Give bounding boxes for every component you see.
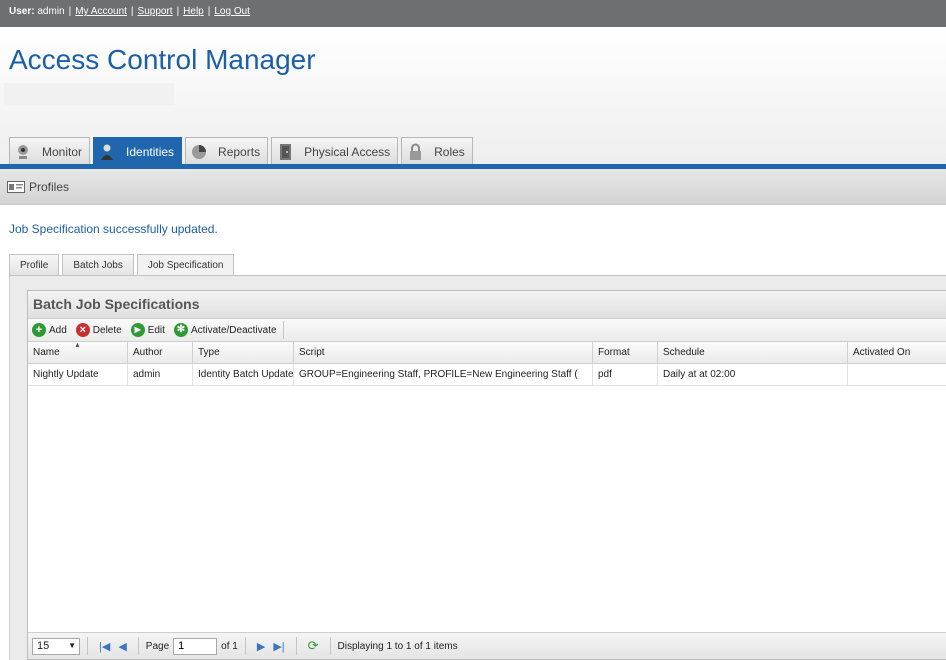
sub-tabs: Profile Batch Jobs Job Specification bbox=[9, 254, 235, 277]
tab-reports-label: Reports bbox=[218, 144, 261, 159]
pie-chart-icon bbox=[190, 143, 210, 161]
activate-deactivate-label: Activate/Deactivate bbox=[190, 324, 277, 336]
tab-physical-access-label: Physical Access bbox=[304, 144, 391, 159]
plus-icon: + bbox=[32, 323, 46, 337]
cell-format: pdf bbox=[593, 364, 658, 386]
add-button-label: Add bbox=[49, 324, 67, 336]
panel-title: Batch Job Specifications bbox=[28, 291, 946, 319]
previous-page-icon[interactable]: ◀ bbox=[118, 640, 126, 653]
support-link[interactable]: Support bbox=[138, 6, 173, 17]
tab-identities-label: Identities bbox=[126, 144, 175, 159]
tab-monitor-label: Monitor bbox=[42, 144, 83, 159]
edit-button[interactable]: ▶ Edit bbox=[130, 323, 165, 337]
toolbar-separator bbox=[282, 321, 284, 339]
column-header-schedule[interactable]: Schedule bbox=[658, 342, 848, 364]
cell-name: Nightly Update bbox=[28, 364, 128, 386]
sort-ascending-icon: ▲ bbox=[74, 342, 81, 349]
my-account-link[interactable]: My Account bbox=[75, 6, 127, 17]
pager-separator bbox=[329, 637, 331, 655]
pager-separator bbox=[295, 637, 297, 655]
success-message: Job Specification successfully updated. bbox=[9, 222, 218, 236]
delete-button-label: Delete bbox=[92, 324, 122, 336]
pager-separator bbox=[87, 637, 88, 655]
subtab-batch-jobs[interactable]: Batch Jobs bbox=[62, 254, 134, 276]
app-title: Access Control Manager bbox=[9, 44, 316, 75]
pager-display-text: Displaying 1 to 1 of 1 items bbox=[337, 640, 458, 652]
chevron-down-icon: ▼ bbox=[68, 640, 76, 650]
person-icon bbox=[98, 143, 118, 161]
help-link[interactable]: Help bbox=[183, 6, 204, 17]
gear-icon: ✻ bbox=[173, 323, 188, 337]
tab-roles[interactable]: Roles bbox=[401, 137, 473, 165]
delete-button[interactable]: × Delete bbox=[75, 323, 122, 337]
pager-separator bbox=[137, 637, 139, 655]
column-header-author[interactable]: Author bbox=[128, 342, 193, 364]
cell-type: Identity Batch Update bbox=[193, 364, 294, 386]
column-header-activated-on[interactable]: Activated On bbox=[848, 342, 946, 364]
username: admin bbox=[37, 6, 65, 17]
activate-deactivate-button[interactable]: ✻ Activate/Deactivate bbox=[173, 323, 277, 337]
batch-job-grid-panel: Batch Job Specifications + Add × Delete … bbox=[27, 290, 946, 660]
table-row[interactable]: Nightly Update admin Identity Batch Upda… bbox=[28, 364, 946, 386]
add-button[interactable]: + Add bbox=[32, 323, 67, 337]
lock-icon bbox=[406, 143, 426, 161]
tab-identities[interactable]: Identities bbox=[93, 137, 183, 165]
page-label: Page bbox=[145, 640, 170, 652]
tab-reports[interactable]: Reports bbox=[185, 137, 269, 165]
header-placeholder bbox=[4, 83, 174, 105]
grid-toolbar: + Add × Delete ▶ Edit ✻ Activate/Deactiv… bbox=[28, 319, 946, 342]
main-tabs: Monitor Identities Reports Physical Acce… bbox=[9, 137, 473, 165]
id-card-icon bbox=[7, 180, 25, 193]
refresh-icon[interactable]: ⟳ bbox=[308, 638, 319, 654]
cell-script: GROUP=Engineering Staff, PROFILE=New Eng… bbox=[294, 364, 593, 386]
pager: 15 ▼ |◀ ◀ Page of 1 ▶ ▶| ⟳ Displaying 1 … bbox=[28, 632, 946, 659]
grid-header: Name ▲ Author Type Script Format Schedul… bbox=[28, 342, 946, 364]
column-header-type[interactable]: Type bbox=[193, 342, 294, 364]
log-out-link[interactable]: Log Out bbox=[214, 6, 250, 17]
pager-separator bbox=[244, 637, 246, 655]
first-page-icon[interactable]: |◀ bbox=[99, 640, 110, 653]
play-icon: ▶ bbox=[130, 323, 145, 337]
subtab-job-specification[interactable]: Job Specification bbox=[136, 254, 235, 277]
user-bar: User: admin | My Account | Support | Help | Log … bbox=[0, 0, 946, 27]
cell-schedule: Daily at at 02:00 bbox=[658, 364, 848, 386]
cell-author: admin bbox=[128, 364, 193, 386]
section-title: Profiles bbox=[29, 179, 70, 194]
tab-roles-label: Roles bbox=[434, 144, 465, 159]
tab-monitor[interactable]: Monitor bbox=[9, 137, 91, 165]
page-size-select[interactable]: 15 ▼ bbox=[32, 637, 80, 655]
column-header-format[interactable]: Format bbox=[593, 342, 658, 364]
cell-activated-on bbox=[848, 364, 946, 386]
page-count-label: of 1 bbox=[221, 640, 238, 652]
edit-button-label: Edit bbox=[147, 324, 165, 336]
last-page-icon[interactable]: ▶| bbox=[273, 640, 284, 653]
section-bar: Profiles bbox=[0, 169, 946, 205]
webcam-icon bbox=[14, 143, 34, 161]
user-label: User: bbox=[9, 6, 35, 17]
x-icon: × bbox=[75, 323, 90, 337]
next-page-icon[interactable]: ▶ bbox=[257, 640, 265, 653]
subtab-profile[interactable]: Profile bbox=[9, 254, 60, 276]
tab-physical-access[interactable]: Physical Access bbox=[271, 137, 399, 165]
door-icon bbox=[276, 143, 296, 161]
column-header-script[interactable]: Script bbox=[294, 342, 593, 364]
page-number-input[interactable] bbox=[173, 637, 218, 655]
